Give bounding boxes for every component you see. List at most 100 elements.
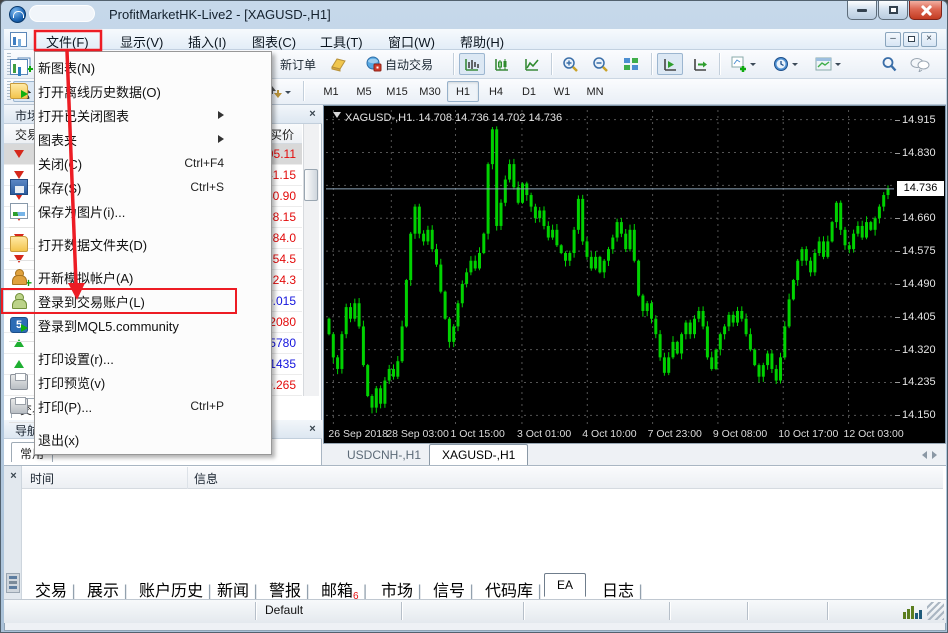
zoom-in-button[interactable] [557, 53, 583, 75]
tab-separator: | [249, 583, 258, 600]
timeframe-button-m15[interactable]: M15 [381, 81, 413, 102]
menu-item-charts[interactable]: 图表(C) [243, 30, 305, 49]
restore-button[interactable] [878, 1, 908, 20]
timeframe-button-mn[interactable]: MN [579, 81, 611, 102]
restore-icon [889, 6, 898, 14]
toolbox-tab-展示[interactable]: 展示 | [81, 577, 134, 601]
timeframe-button-h4[interactable]: H4 [480, 81, 512, 102]
toolbox-grip-icon[interactable] [6, 573, 20, 593]
chart-tab-xagusd[interactable]: XAGUSD-,H1 [429, 444, 528, 465]
file-menu-item[interactable]: 保存为图片(i)... [2, 199, 236, 223]
column-divider[interactable] [187, 467, 188, 489]
tile-windows-button[interactable] [617, 53, 645, 75]
bar-chart-mode-button[interactable] [459, 53, 485, 75]
menu-item-help[interactable]: 帮助(H) [451, 30, 513, 49]
toolbox-tab-代码库[interactable]: 代码库 | [479, 577, 548, 601]
toolbox-tab-警报[interactable]: 警报 | [263, 577, 316, 601]
menu-item-insert[interactable]: 插入(I) [179, 30, 235, 49]
periods-button[interactable] [767, 53, 803, 75]
file-menu-item[interactable]: 关闭(C)Ctrl+F4 [2, 151, 236, 175]
toolbox-tab-ea[interactable]: EA [544, 573, 586, 597]
menu-item-view[interactable]: 显示(V) [111, 30, 172, 49]
toolbox-tab-日志[interactable]: 日志 | [596, 577, 649, 601]
chart-tabs-scroll-right-icon[interactable] [932, 451, 941, 459]
autotrading-button[interactable]: 自动交易 [353, 53, 445, 75]
file-menu-item[interactable]: 5登录到MQL5.community [2, 313, 236, 337]
menu-item-tools[interactable]: 工具(T) [311, 30, 372, 49]
timeframe-button-d1[interactable]: D1 [513, 81, 545, 102]
navigator-close-icon[interactable]: × [307, 424, 318, 435]
file-menu-item[interactable]: 打开已关闭图表 [2, 103, 236, 127]
tab-separator: | [359, 583, 368, 600]
toolbox-tab-新闻[interactable]: 新闻 | [211, 577, 264, 601]
status-profile[interactable]: Default [265, 603, 303, 617]
green-arrow-badge-icon [21, 324, 32, 332]
clock-icon [773, 56, 789, 72]
file-menu-item-label: 登录到交易账户(L) [38, 292, 145, 311]
price-tick [895, 382, 900, 383]
toolbox-tab-信号[interactable]: 信号 | [427, 577, 480, 601]
indicators-button[interactable] [725, 53, 761, 75]
file-menu-item-label: 图表夹 [38, 130, 77, 149]
zoom-out-button[interactable] [587, 53, 613, 75]
chat-button[interactable] [905, 53, 935, 75]
market-watch-close-icon[interactable]: × [307, 109, 318, 120]
chart-tab-usdcnh[interactable]: USDCNH-,H1 [335, 445, 433, 465]
status-separator [255, 602, 256, 620]
mdi-minimize-button[interactable]: – [885, 32, 901, 47]
file-menu-item[interactable]: 保存(S)Ctrl+S [2, 175, 236, 199]
chart-shift-button[interactable] [687, 53, 713, 75]
time-tick-label: 1 Oct 15:00 [451, 428, 505, 440]
file-menu-item-label: 关闭(C) [38, 154, 82, 173]
search-button[interactable] [877, 53, 901, 75]
toolbar-separator [453, 53, 454, 75]
chart-plot-area[interactable] [326, 110, 894, 425]
timeframe-button-m30[interactable]: M30 [414, 81, 446, 102]
toolbox-column-time[interactable]: 时间 [30, 470, 54, 487]
menu-shortcut: Ctrl+P [190, 399, 224, 413]
menu-item-file[interactable]: 文件(F) [37, 30, 98, 49]
price-tick-label: 14.235 [902, 376, 936, 388]
close-button[interactable] [909, 1, 942, 20]
toolbox-tab-交易[interactable]: 交易 | [29, 577, 82, 601]
new-order-button[interactable]: 新订单 [273, 53, 323, 75]
file-menu-item[interactable]: 登录到交易账户(L) [2, 289, 236, 313]
file-menu-item[interactable]: +开新模拟帐户(A) [2, 265, 236, 289]
timeframe-button-m1[interactable]: M1 [315, 81, 347, 102]
mdi-close-button[interactable]: × [921, 32, 937, 47]
minimize-button[interactable] [847, 1, 877, 20]
menu-item-window[interactable]: 窗口(W) [379, 30, 444, 49]
column-bid[interactable]: 买价 [270, 126, 294, 143]
timeframe-button-w1[interactable]: W1 [546, 81, 578, 102]
market-watch-scrollbar[interactable] [303, 124, 319, 396]
toolbox-table-header[interactable]: 时间 信息 [22, 467, 943, 489]
file-menu-item[interactable]: 打开数据文件夹(D) [2, 232, 236, 256]
history-center-button[interactable] [325, 53, 351, 75]
toolbox-column-message[interactable]: 信息 [194, 470, 218, 487]
chart-tabs-scroll-left-icon[interactable] [918, 451, 927, 459]
file-menu-item[interactable]: 打印预览(v) [2, 370, 236, 394]
line-chart-mode-button[interactable] [519, 53, 545, 75]
submenu-arrow-icon [218, 111, 228, 119]
timeframe-button-m5[interactable]: M5 [348, 81, 380, 102]
file-menu-item[interactable]: 打印(P)...Ctrl+P [2, 394, 236, 418]
toolbox-tab-市场[interactable]: 市场 | [375, 577, 428, 601]
mdi-restore-button[interactable] [903, 32, 919, 47]
market-watch-scroll-thumb[interactable] [304, 169, 318, 201]
timeframe-button-h1[interactable]: H1 [447, 81, 479, 102]
print-preview-icon [10, 374, 28, 390]
file-menu-item[interactable]: 退出(x) [2, 427, 236, 451]
file-menu-item[interactable]: 图表夹 [2, 127, 236, 151]
file-menu-item[interactable]: 新图表(N) [2, 55, 236, 79]
file-menu-item[interactable]: 打印设置(r)... [2, 346, 236, 370]
resize-grip[interactable] [927, 602, 944, 620]
candlestick-mode-button[interactable] [489, 53, 515, 75]
file-menu-item-label: 保存(S) [38, 178, 81, 197]
file-menu-item[interactable]: 打开离线历史数据(O) [2, 79, 236, 103]
auto-scroll-button[interactable] [657, 53, 683, 75]
chevron-down-icon[interactable] [333, 112, 341, 122]
folder-icon [10, 236, 28, 252]
toolbox-tab-账户历史[interactable]: 账户历史 | [133, 577, 218, 601]
toolbox-close-icon[interactable]: × [8, 471, 19, 482]
templates-button[interactable] [809, 53, 847, 75]
